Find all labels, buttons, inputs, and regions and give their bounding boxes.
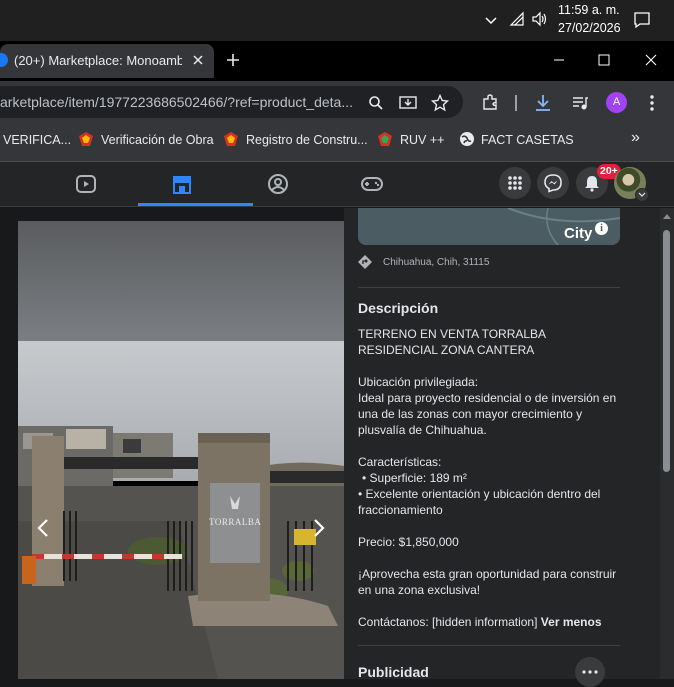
scrollbar-thumb[interactable] xyxy=(663,230,670,472)
chevron-right-icon xyxy=(314,519,325,537)
divider xyxy=(358,287,620,288)
facebook-nav-bar xyxy=(0,162,674,207)
bookmark-item[interactable]: RUV ++ xyxy=(400,133,444,147)
scroll-up-icon[interactable] xyxy=(662,212,672,220)
listing-photo-image xyxy=(18,221,344,679)
download-icon[interactable] xyxy=(534,93,552,113)
bookmark-star-icon[interactable] xyxy=(431,94,449,112)
nav-active-indicator xyxy=(138,203,253,206)
video-icon[interactable] xyxy=(74,172,98,196)
tab-close-icon[interactable] xyxy=(192,54,204,66)
bookmark-item[interactable]: VERIFICA... xyxy=(3,133,71,147)
ads-heading: Publicidad xyxy=(358,664,429,680)
globe-icon xyxy=(459,131,475,147)
browser-menu-icon[interactable] xyxy=(645,94,659,112)
map-info-icon[interactable]: i xyxy=(595,222,608,235)
maximize-icon[interactable] xyxy=(598,54,610,66)
new-tab-icon[interactable] xyxy=(226,53,240,67)
map-city-label: City xyxy=(564,225,593,242)
install-app-icon[interactable] xyxy=(399,94,417,112)
chevron-left-icon xyxy=(37,519,48,537)
ruv-logo-icon xyxy=(78,131,94,147)
extensions-icon[interactable] xyxy=(481,93,499,111)
clock-date[interactable]: 27/02/2026 xyxy=(558,21,621,35)
listing-details-panel xyxy=(344,208,662,679)
description-title: TERRENO EN VENTA TORRALBA RESIDENCIAL ZO… xyxy=(358,327,546,357)
contact-text: Contáctanos: [hidden information] xyxy=(358,615,538,629)
sign-text: TORRALBA xyxy=(209,517,262,527)
clock-time[interactable]: 11:59 a. m. xyxy=(558,3,620,17)
directions-icon xyxy=(358,255,372,269)
ruv-logo-icon xyxy=(377,131,393,147)
location-text: Chihuahua, Chih, 31115 xyxy=(383,257,490,268)
wifi-icon[interactable] xyxy=(509,11,525,27)
bookmark-item[interactable]: Verificación de Obra xyxy=(101,133,214,147)
profile-avatar[interactable]: A xyxy=(606,92,627,113)
media-control-icon[interactable] xyxy=(571,94,589,112)
location-paragraph: Ideal para proyecto residencial o de inv… xyxy=(358,391,617,437)
messenger-icon xyxy=(544,174,562,193)
features-heading: Características: xyxy=(358,455,442,469)
notification-icon[interactable] xyxy=(633,11,651,29)
more-bookmarks-button[interactable]: » xyxy=(631,129,640,147)
feature-item: • Superficie: 189 m² xyxy=(362,471,467,485)
previous-photo-button[interactable] xyxy=(28,511,58,545)
location-map[interactable]: City i xyxy=(358,208,620,245)
price-text: Precio: $1,850,000 xyxy=(358,535,459,549)
bookmark-item[interactable]: Registro de Constru... xyxy=(246,133,368,147)
cta-text: ¡Aprovecha esta gran oportunidad para co… xyxy=(358,567,617,597)
ruv-logo-icon xyxy=(223,131,239,147)
zoom-icon[interactable] xyxy=(368,95,384,111)
menu-button[interactable] xyxy=(499,167,531,199)
minimize-icon[interactable] xyxy=(553,54,565,66)
toolbar-divider xyxy=(515,95,517,111)
marketplace-icon[interactable] xyxy=(170,172,194,196)
messenger-button[interactable] xyxy=(537,167,569,199)
url-text[interactable]: arketplace/item/1977223686502466/?ref=pr… xyxy=(0,94,353,110)
description-heading: Descripción xyxy=(358,300,439,316)
gaming-icon[interactable] xyxy=(360,172,384,196)
chevron-up-icon[interactable] xyxy=(484,13,498,27)
more-options-icon xyxy=(582,670,598,674)
grid-menu-icon xyxy=(508,176,522,190)
feature-item: • Excelente orientación y ubicación dent… xyxy=(358,487,601,517)
tab-title[interactable]: (20+) Marketplace: Monoambie xyxy=(14,53,182,68)
volume-icon[interactable] xyxy=(531,11,549,27)
contact-line: Contáctanos: [hidden information] Ver me… xyxy=(358,614,618,630)
groups-icon[interactable] xyxy=(266,172,290,196)
location-heading: Ubicación privilegiada: xyxy=(358,375,479,389)
see-less-link[interactable]: Ver menos xyxy=(541,615,602,629)
close-window-icon[interactable] xyxy=(645,54,657,66)
ads-more-button[interactable] xyxy=(575,657,605,687)
next-photo-button[interactable] xyxy=(304,511,334,545)
windows-taskbar: 11:59 a. m. 27/02/2026 xyxy=(0,0,674,41)
divider xyxy=(358,645,620,646)
account-dropdown-icon[interactable] xyxy=(635,188,649,202)
bookmark-item[interactable]: FACT CASETAS xyxy=(481,133,574,147)
listing-photo[interactable]: TORRALBA xyxy=(18,221,344,679)
